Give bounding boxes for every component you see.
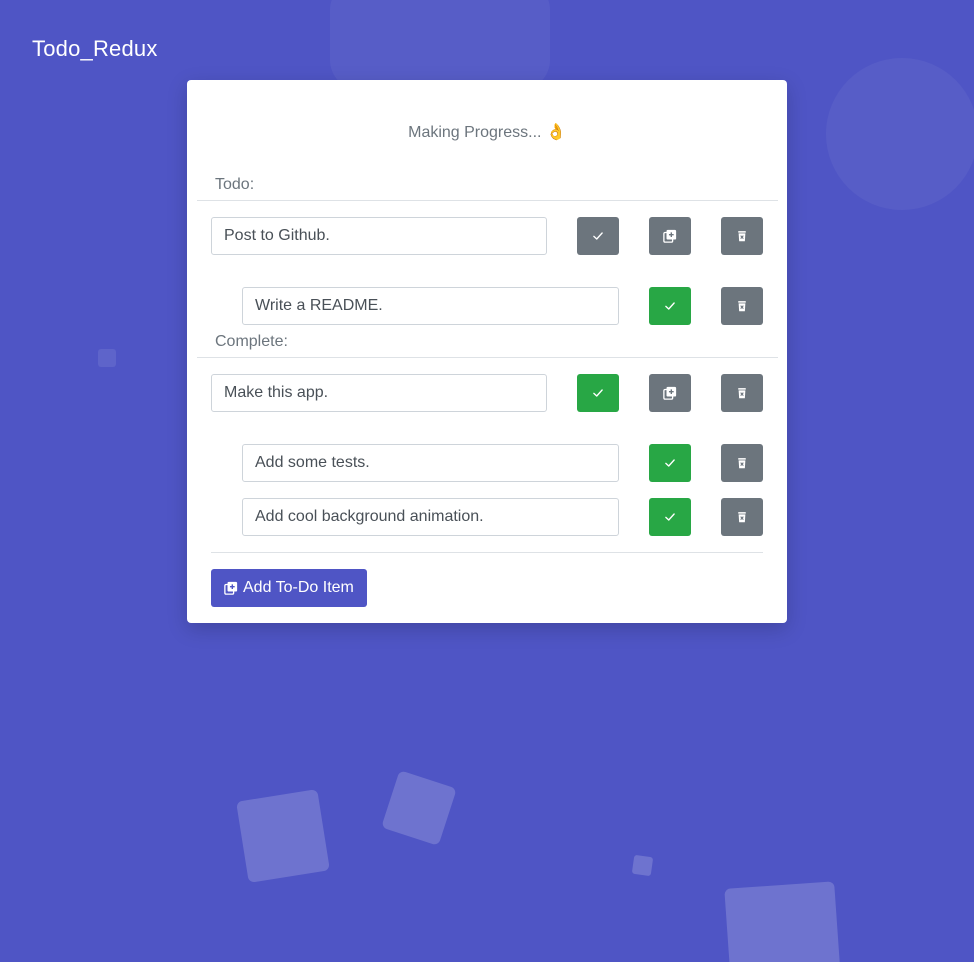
background-circle: [330, 0, 550, 90]
todo-card: Making Progress... 👌 Todo: Complete:: [187, 80, 787, 623]
trash-icon: [736, 511, 748, 523]
complete-button[interactable]: [577, 217, 619, 255]
todo-item-input[interactable]: [211, 217, 547, 255]
add-copy-icon: [224, 581, 238, 595]
check-icon: [592, 230, 604, 242]
check-icon: [664, 300, 676, 312]
complete-section-label: Complete:: [215, 333, 288, 350]
ok-hand-emoji: 👌: [545, 124, 566, 141]
delete-button[interactable]: [721, 287, 763, 325]
footer-divider: [211, 552, 763, 553]
check-icon: [664, 457, 676, 469]
check-icon: [592, 387, 604, 399]
delete-button[interactable]: [721, 217, 763, 255]
trash-icon: [736, 300, 748, 312]
trash-icon: [736, 387, 748, 399]
progress-text: Making Progress...: [408, 124, 542, 141]
add-copy-icon: [663, 386, 677, 400]
complete-button[interactable]: [577, 374, 619, 412]
add-todo-button[interactable]: Add To-Do Item: [211, 569, 367, 607]
background-square: [236, 789, 330, 883]
delete-button[interactable]: [721, 374, 763, 412]
complete-button[interactable]: [649, 287, 691, 325]
todo-section-label: Todo:: [215, 176, 255, 193]
progress-message: Making Progress... 👌: [187, 122, 787, 142]
background-square: [631, 854, 654, 877]
add-todo-label: Add To-Do Item: [243, 579, 354, 596]
background-square: [98, 349, 116, 367]
delete-button[interactable]: [721, 444, 763, 482]
todo-item-input[interactable]: [211, 374, 547, 412]
add-subitem-button[interactable]: [649, 374, 691, 412]
delete-button[interactable]: [721, 498, 763, 536]
add-subitem-button[interactable]: [649, 217, 691, 255]
complete-button[interactable]: [649, 444, 691, 482]
background-circle: [826, 58, 974, 210]
trash-icon: [736, 457, 748, 469]
check-icon: [664, 511, 676, 523]
subitem-input[interactable]: [242, 287, 619, 325]
subitem-input[interactable]: [242, 444, 619, 482]
add-copy-icon: [663, 229, 677, 243]
complete-button[interactable]: [649, 498, 691, 536]
complete-section-divider: [197, 357, 778, 358]
background-square: [724, 881, 842, 962]
background-square: [381, 770, 457, 846]
todo-section-divider: [197, 200, 778, 201]
trash-icon: [736, 230, 748, 242]
app-title: Todo_Redux: [32, 36, 158, 61]
subitem-input[interactable]: [242, 498, 619, 536]
